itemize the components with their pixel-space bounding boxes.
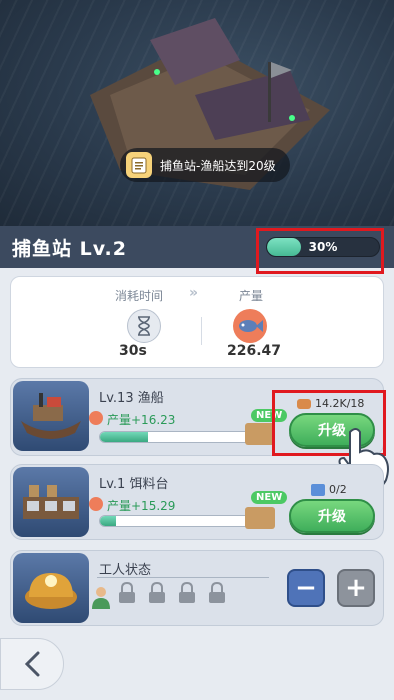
fish-small-icon: [89, 497, 103, 511]
worker-helmet-thumbnail: [13, 553, 89, 623]
cost-display: 0/2: [311, 483, 347, 496]
progress-label: 30%: [308, 240, 338, 254]
blueprint-icon: [311, 483, 325, 496]
upgrade-card-bait: Lv.1 饵料台 产量+15.29 NEW 0/2 升级: [10, 464, 384, 540]
hourglass-icon: [127, 309, 161, 343]
item-level: Lv.13 渔船: [99, 391, 164, 406]
output-value: 226.47: [227, 343, 282, 359]
dock-illustration: [90, 18, 330, 190]
item-progress-bar: [99, 431, 261, 443]
fish-icon: [233, 309, 267, 343]
worker-status-card: 工人状态 − +: [10, 550, 384, 626]
item-rate: 产量+16.23: [107, 413, 176, 427]
stats-panel: 消耗时间 » 产量 30s 226.47: [10, 276, 384, 368]
item-rate: 产量+15.29: [107, 499, 176, 513]
crate-icon: [245, 423, 275, 445]
item-progress-fill: [100, 432, 148, 442]
clipboard-icon: [126, 152, 152, 178]
lock-icon: [179, 582, 195, 603]
upgrade-button[interactable]: 升级: [289, 499, 375, 533]
bait-table-thumbnail: [13, 467, 89, 537]
new-badge: NEW: [251, 491, 288, 504]
lock-icon: [149, 582, 165, 603]
item-level: Lv.1 饵料台: [99, 477, 169, 492]
fishing-station-scene[interactable]: 捕鱼站-渔船达到20级: [0, 0, 394, 226]
worker-avatar-icon: [92, 587, 110, 609]
minus-button[interactable]: −: [287, 569, 325, 607]
quest-banner[interactable]: 捕鱼站-渔船达到20级: [120, 148, 290, 182]
divider: [97, 577, 269, 578]
time-label: 消耗时间: [115, 289, 164, 303]
back-button[interactable]: [0, 638, 64, 690]
worker-status-label: 工人状态: [99, 563, 152, 578]
station-progress-bar: 30%: [266, 237, 380, 257]
divider: [201, 317, 202, 345]
page-title: 捕鱼站 Lv.2: [12, 237, 127, 260]
quest-text: 捕鱼站-渔船达到20级: [160, 158, 276, 173]
plus-button[interactable]: +: [337, 569, 375, 607]
item-progress-fill: [100, 516, 116, 526]
time-value: 30s: [119, 343, 147, 359]
fish-small-icon: [89, 411, 103, 425]
lock-icon: [119, 582, 135, 603]
cost-value: 0/2: [329, 483, 347, 496]
boat-thumbnail: [13, 381, 89, 451]
bait-box-icon: [245, 507, 275, 529]
arrow-icon: »: [189, 285, 199, 301]
lock-icon: [209, 582, 225, 603]
chevron-left-icon: [24, 651, 40, 677]
output-label: 产量: [239, 289, 264, 303]
item-progress-bar: [99, 515, 261, 527]
